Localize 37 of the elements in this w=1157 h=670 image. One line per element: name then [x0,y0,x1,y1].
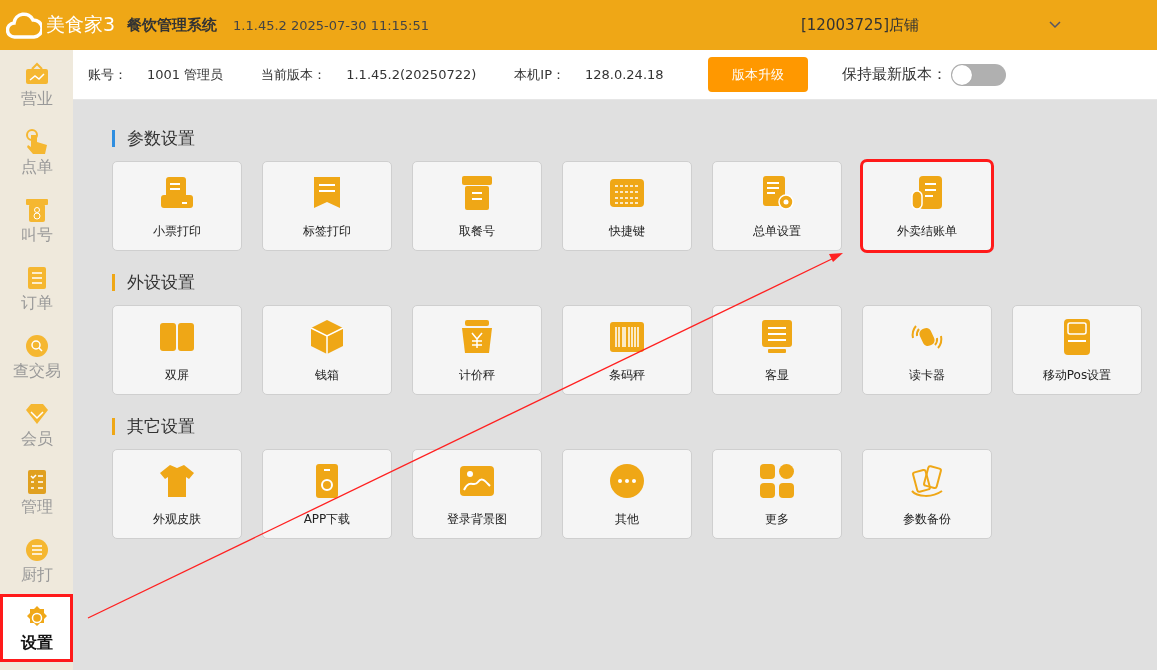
settings-tile[interactable]: 外卖结账单 [862,161,992,251]
store-selector[interactable]: [12003725]店铺 [800,15,919,35]
ip-value: 128.0.24.18 [585,67,664,82]
section-title: 外设设置 [127,270,195,294]
settings-tile[interactable]: 取餐号 [412,161,542,251]
keep-latest-label: 保持最新版本： [841,65,947,84]
chevron-down-icon[interactable] [1049,21,1061,29]
settings-tile[interactable]: 外观皮肤 [112,449,242,539]
settings-tile[interactable]: 登录背景图 [412,449,542,539]
section-title: 其它设置 [127,414,195,438]
settings-tile[interactable]: 快捷键 [562,161,692,251]
settings-tile[interactable]: 参数备份 [862,449,992,539]
logo-text: 美食家3 [46,12,116,37]
account-value: 1001 管理员 [147,65,224,84]
ip-label: 本机IP： [514,65,565,84]
settings-tile[interactable]: 计价秤 [412,305,542,395]
version-time: 1.1.45.2 2025-07-30 11:15:51 [233,17,430,33]
settings-tile[interactable]: 读卡器 [862,305,992,395]
account-label: 账号： [88,65,127,84]
version-label: 当前版本： [261,65,327,84]
settings-tile[interactable]: 客显 [712,305,842,395]
cloud-logo-icon [6,10,42,40]
settings-tile[interactable]: 标签打印 [262,161,392,251]
settings-tile[interactable]: 双屏 [112,305,242,395]
settings-tile[interactable]: 更多 [712,449,842,539]
settings-tile[interactable]: 移动Pos设置 [1012,305,1142,395]
settings-tile[interactable]: 其他 [562,449,692,539]
settings-tile[interactable]: APP下载 [262,449,392,539]
app-name: 餐饮管理系统 [127,15,218,35]
settings-tile[interactable]: 钱箱 [262,305,392,395]
version-value: 1.1.45.2(20250722) [346,67,477,82]
settings-tile[interactable]: 条码秤 [562,305,692,395]
keep-latest-toggle[interactable] [950,63,1006,86]
sidebar-item[interactable]: 设置 [0,594,73,662]
settings-tile[interactable]: 小票打印 [112,161,242,251]
section-title: 参数设置 [127,126,195,150]
settings-tile[interactable]: 总单设置 [712,161,842,251]
